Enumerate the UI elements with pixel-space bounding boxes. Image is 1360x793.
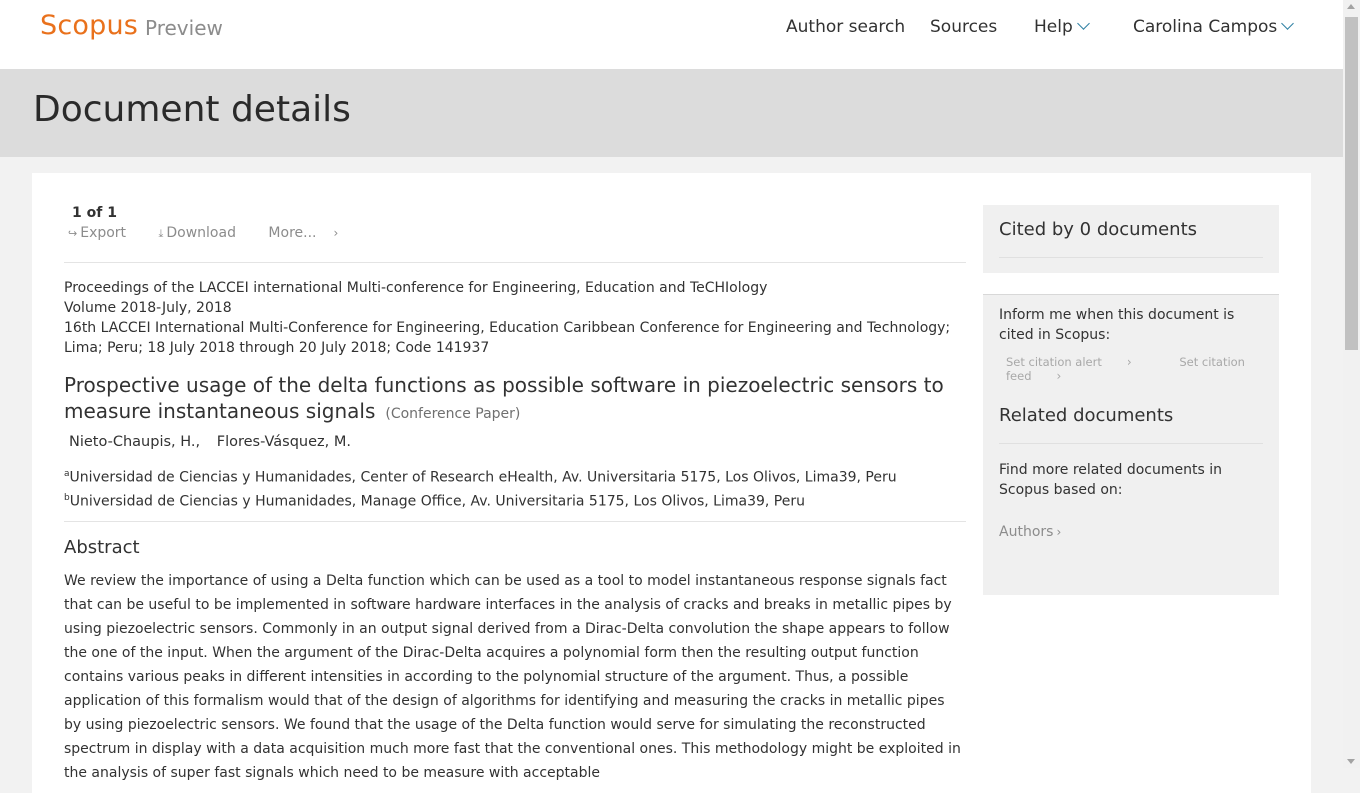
nav-help[interactable]: Help <box>1034 17 1090 37</box>
citation-alert-text: Inform me when this document is cited in… <box>999 307 1235 343</box>
affiliation-text: Universidad de Ciencias y Humanidades, M… <box>69 493 805 510</box>
chevron-right-icon: › <box>1056 525 1062 539</box>
nav-help-label: Help <box>1034 17 1073 37</box>
chevron-right-icon: › <box>1126 355 1132 369</box>
document-card: 1 of 1 ↪ Export ⤓ Download More... › Procee… <box>32 173 1311 793</box>
find-more-text: Find more related documents in Scopus ba… <box>999 462 1222 498</box>
affiliation-item: aUniversidad de Ciencias y Humanidades, … <box>64 464 964 488</box>
source-volume: Volume 2018-July, 2018 <box>64 300 232 316</box>
nav-user-menu[interactable]: Carolina Campos <box>1133 17 1295 37</box>
source-info: Proceedings of the LACCEI international … <box>64 278 964 358</box>
more-label: More... <box>268 225 317 241</box>
chevron-down-icon <box>1076 17 1090 30</box>
affiliation-item: bUniversidad de Ciencias y Humanidades, … <box>64 488 964 512</box>
divider <box>64 521 966 522</box>
related-authors-link[interactable]: Authors › <box>999 524 1061 540</box>
scroll-down-arrow-icon[interactable] <box>1347 759 1355 764</box>
top-navigation-bar: Scopus Preview Author search Sources Hel… <box>0 0 1343 69</box>
user-name: Carolina Campos <box>1133 17 1278 37</box>
affiliation-list: aUniversidad de Ciencias y Humanidades, … <box>64 464 964 511</box>
divider <box>999 443 1263 444</box>
export-button[interactable]: ↪ Export <box>68 225 140 241</box>
cited-by-panel: Cited by 0 documents <box>983 205 1279 273</box>
related-authors-label: Authors <box>999 524 1054 540</box>
source-title-link[interactable]: Proceedings of the LACCEI international … <box>64 278 964 298</box>
author-list: Nieto-Chaupis, H., Flores-Vásquez, M. <box>69 434 363 450</box>
nav-author-search[interactable]: Author search <box>786 17 905 37</box>
citation-links: Set citation alert › Set citation feed › <box>1006 355 1279 383</box>
chevron-right-icon: › <box>1056 369 1062 383</box>
author-link[interactable]: Flores-Vásquez, M. <box>217 434 351 450</box>
related-documents-heading: Related documents <box>999 405 1174 426</box>
chevron-right-icon: › <box>333 226 339 240</box>
affiliation-text: Universidad de Ciencias y Humanidades, C… <box>69 469 897 486</box>
page-title: Document details <box>33 89 351 130</box>
nav-sources[interactable]: Sources <box>930 17 997 37</box>
result-count: 1 of 1 <box>72 205 117 221</box>
set-citation-alert-label: Set citation alert <box>1006 355 1102 369</box>
page-title-band: Document details <box>0 69 1343 157</box>
export-icon: ↪ <box>68 227 78 240</box>
download-icon: ⤓ <box>158 227 164 240</box>
cited-by-heading: Cited by 0 documents <box>999 219 1198 240</box>
divider <box>64 262 966 263</box>
download-button[interactable]: ⤓ Download <box>159 225 250 241</box>
divider <box>999 257 1263 258</box>
abstract-text: We review the importance of using a Delt… <box>64 573 961 781</box>
document-title: Prospective usage of the delta functions… <box>64 372 944 427</box>
export-label: Export <box>80 225 127 241</box>
set-citation-alert-link[interactable]: Set citation alert › <box>1006 355 1154 369</box>
download-label: Download <box>166 225 236 241</box>
scopus-logo[interactable]: Scopus <box>40 10 138 41</box>
more-button[interactable]: More... › <box>268 225 352 241</box>
preview-label: Preview <box>145 16 223 40</box>
document-type: (Conference Paper) <box>385 406 521 422</box>
conference-info: 16th LACCEI International Multi-Conferen… <box>64 320 951 356</box>
related-panel: Inform me when this document is cited in… <box>983 294 1279 595</box>
vertical-scrollbar[interactable] <box>1343 0 1360 768</box>
scroll-thumb[interactable] <box>1345 17 1358 350</box>
abstract-heading: Abstract <box>64 537 140 558</box>
author-link[interactable]: Nieto-Chaupis, H., <box>69 434 200 450</box>
chevron-down-icon <box>1281 17 1295 30</box>
action-bar: ↪ Export ⤓ Download More... › <box>68 225 366 241</box>
scroll-up-arrow-icon[interactable] <box>1347 4 1355 9</box>
